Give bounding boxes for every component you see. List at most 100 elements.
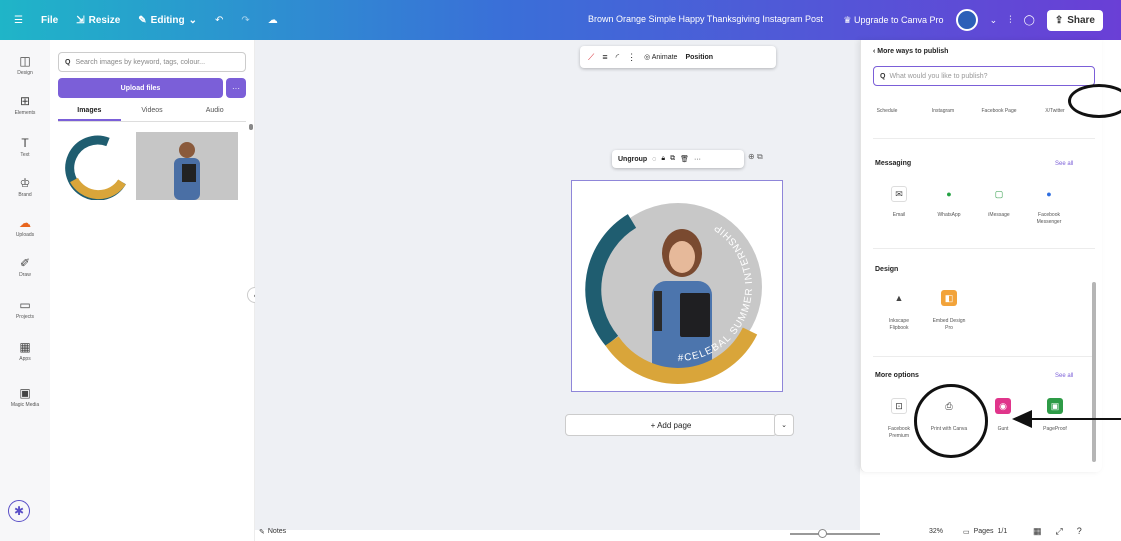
position-button[interactable]: Position bbox=[685, 54, 713, 61]
messenger-icon[interactable]: ● bbox=[1041, 186, 1057, 202]
trash-icon[interactable]: 🗑︎ bbox=[680, 155, 689, 163]
see-all-more-options[interactable]: See all bbox=[1055, 373, 1073, 379]
editing-dropdown[interactable]: ✎ Editing ⌄ bbox=[138, 15, 197, 26]
editing-label: Editing bbox=[150, 14, 185, 26]
publish-option-twitter[interactable]: X/Twitter bbox=[1035, 108, 1075, 115]
zoom-level[interactable]: 32% bbox=[929, 528, 943, 535]
zoom-slider-handle[interactable] bbox=[817, 529, 827, 538]
design-page[interactable]: #CELEBAL SUMMER INTERNSHIP bbox=[571, 180, 783, 392]
publish-option-messenger[interactable]: Facebook Messenger bbox=[1029, 212, 1069, 226]
ungroup-button[interactable]: Ungroup bbox=[618, 156, 647, 163]
avatar[interactable] bbox=[955, 9, 978, 31]
undo-icon[interactable]: ↶ bbox=[215, 15, 223, 26]
resize-button[interactable]: ⇲ Resize bbox=[76, 15, 120, 26]
imessage-icon[interactable]: ▢ bbox=[991, 186, 1007, 202]
publish-option-instagram[interactable]: Instagram bbox=[923, 108, 963, 115]
draw-icon: ✐ bbox=[19, 256, 31, 270]
zoom-slider[interactable] bbox=[790, 533, 880, 535]
fullscreen-icon[interactable]: ⤢ bbox=[1056, 526, 1063, 537]
rail-item-draw[interactable]: ✐ Draw bbox=[0, 256, 50, 278]
rail-item-elements[interactable]: ⊞ Elements bbox=[0, 94, 50, 116]
grid-view-icon[interactable]: ▦ bbox=[1033, 526, 1042, 537]
tab-images[interactable]: Images bbox=[58, 104, 121, 121]
uploads-icon: ☁ bbox=[19, 216, 31, 230]
rail-item-apps[interactable]: ▦ Apps bbox=[0, 340, 50, 362]
redo-icon[interactable]: ↷ bbox=[241, 15, 249, 26]
rail-item-text[interactable]: T Text bbox=[0, 136, 50, 158]
whatsapp-icon[interactable]: ● bbox=[941, 186, 957, 202]
embed-icon[interactable]: ◧ bbox=[941, 290, 957, 306]
lock-icon[interactable]: ⊕ bbox=[748, 152, 755, 161]
divider bbox=[873, 356, 1095, 357]
more-options-button[interactable]: ··· bbox=[226, 78, 246, 98]
text-icon: T bbox=[21, 136, 29, 150]
publish-option-facebook-page[interactable]: Facebook Page bbox=[979, 108, 1019, 115]
duplicate-icon[interactable]: ⧉ bbox=[670, 155, 675, 163]
facebook-premium-icon[interactable]: ⊡ bbox=[891, 398, 907, 414]
add-page-dropdown[interactable]: ⌄ bbox=[774, 414, 794, 436]
scrollbar[interactable] bbox=[1092, 282, 1096, 462]
publish-panel-header[interactable]: ‹ More ways to publish bbox=[873, 48, 948, 55]
upload-thumbnail-photo[interactable] bbox=[136, 132, 238, 200]
pageproof-icon[interactable]: ▣ bbox=[1047, 398, 1063, 414]
bottom-actions: ▦ ⤢ ? bbox=[1033, 526, 1082, 537]
analytics-icon[interactable]: ⫶ bbox=[1009, 15, 1012, 26]
publish-option-embed[interactable]: Embed Design Pro bbox=[929, 318, 969, 332]
help-icon[interactable]: ✱ bbox=[8, 500, 30, 522]
animate-button[interactable]: ◎ Animate bbox=[644, 53, 677, 61]
see-all-messaging[interactable]: See all bbox=[1055, 161, 1073, 167]
help-icon[interactable]: ? bbox=[1077, 526, 1082, 537]
notes-button[interactable]: ✎ Notes bbox=[259, 528, 286, 536]
rail-label: Projects bbox=[15, 314, 35, 320]
add-page-button[interactable]: + Add page bbox=[565, 414, 777, 436]
share-button[interactable]: ⇪ Share bbox=[1046, 9, 1103, 31]
flipbook-icon[interactable]: ▲ bbox=[891, 290, 907, 306]
expand-icon[interactable]: ⧉ bbox=[757, 152, 763, 161]
upload-thumbnail-ring[interactable] bbox=[60, 132, 132, 200]
bottom-bar: ✎ Notes 32% ▭ Pages 1/1 ▦ ⤢ ? bbox=[255, 524, 1121, 541]
design-icon: ◫ bbox=[19, 54, 31, 68]
menu-icon[interactable]: ☰ bbox=[14, 15, 23, 26]
color-icon[interactable]: ⟋ bbox=[588, 52, 594, 63]
rail-item-brand[interactable]: ♔ Brand bbox=[0, 176, 50, 198]
search-input[interactable]: Q Search images by keyword, tags, colour… bbox=[58, 52, 246, 72]
rail-item-uploads[interactable]: ☁ Uploads bbox=[0, 216, 50, 238]
section-title-design: Design bbox=[875, 266, 899, 273]
corner-icon[interactable]: ◜ bbox=[616, 52, 620, 63]
page-actions: ⊕ ⧉ bbox=[748, 152, 763, 162]
rail-item-design[interactable]: ◫ Design bbox=[0, 54, 50, 76]
scrollbar[interactable] bbox=[249, 124, 253, 130]
cloud-save-icon[interactable]: ☁ bbox=[268, 15, 278, 26]
publish-option-imessage[interactable]: iMessage bbox=[979, 212, 1019, 219]
publish-option-pageproof[interactable]: PageProof bbox=[1035, 426, 1075, 433]
document-title[interactable]: Brown Orange Simple Happy Thanksgiving I… bbox=[588, 14, 823, 24]
upload-files-button[interactable]: Upload files bbox=[58, 78, 223, 98]
publish-search-input[interactable]: Q What would you like to publish? bbox=[873, 66, 1095, 86]
gunt-icon[interactable]: ◉ bbox=[995, 398, 1011, 414]
publish-option-whatsapp[interactable]: WhatsApp bbox=[929, 212, 969, 219]
rail-item-magic-media[interactable]: ▣ Magic Media bbox=[0, 386, 50, 408]
lock-icon[interactable]: 🔒︎ bbox=[661, 155, 665, 163]
publish-option-schedule[interactable]: Schedule bbox=[867, 108, 907, 115]
rail-item-projects[interactable]: ▭ Projects bbox=[0, 298, 50, 320]
border-style-icon[interactable]: ≡ bbox=[602, 52, 607, 62]
publish-option-email[interactable]: Email bbox=[879, 212, 919, 219]
publish-option-flipbook[interactable]: Inkscape Flipbook bbox=[879, 318, 919, 332]
comment-icon[interactable]: ◯ bbox=[1024, 15, 1035, 26]
comment-icon[interactable]: ◌ bbox=[652, 156, 656, 163]
chevron-down-icon[interactable]: ⌄ bbox=[990, 15, 998, 26]
design-artwork[interactable]: #CELEBAL SUMMER INTERNSHIP bbox=[572, 181, 784, 393]
publish-option-facebook-premium[interactable]: Facebook Premium bbox=[879, 426, 919, 440]
ellipsis-icon[interactable]: ··· bbox=[694, 156, 701, 163]
annotation-arrow-head bbox=[1012, 410, 1032, 428]
search-icon: Q bbox=[880, 72, 886, 80]
tab-videos[interactable]: Videos bbox=[121, 104, 184, 121]
file-menu[interactable]: File bbox=[41, 15, 58, 26]
rail-label: Draw bbox=[19, 272, 31, 278]
tab-audio[interactable]: Audio bbox=[183, 104, 246, 121]
pages-button[interactable]: ▭ Pages 1/1 bbox=[963, 528, 1007, 536]
resize-label: Resize bbox=[88, 14, 121, 26]
email-icon[interactable]: ✉ bbox=[891, 186, 907, 202]
spacing-icon[interactable]: ⋮ bbox=[627, 52, 636, 63]
upgrade-button[interactable]: ♛ Upgrade to Canva Pro bbox=[843, 15, 943, 26]
